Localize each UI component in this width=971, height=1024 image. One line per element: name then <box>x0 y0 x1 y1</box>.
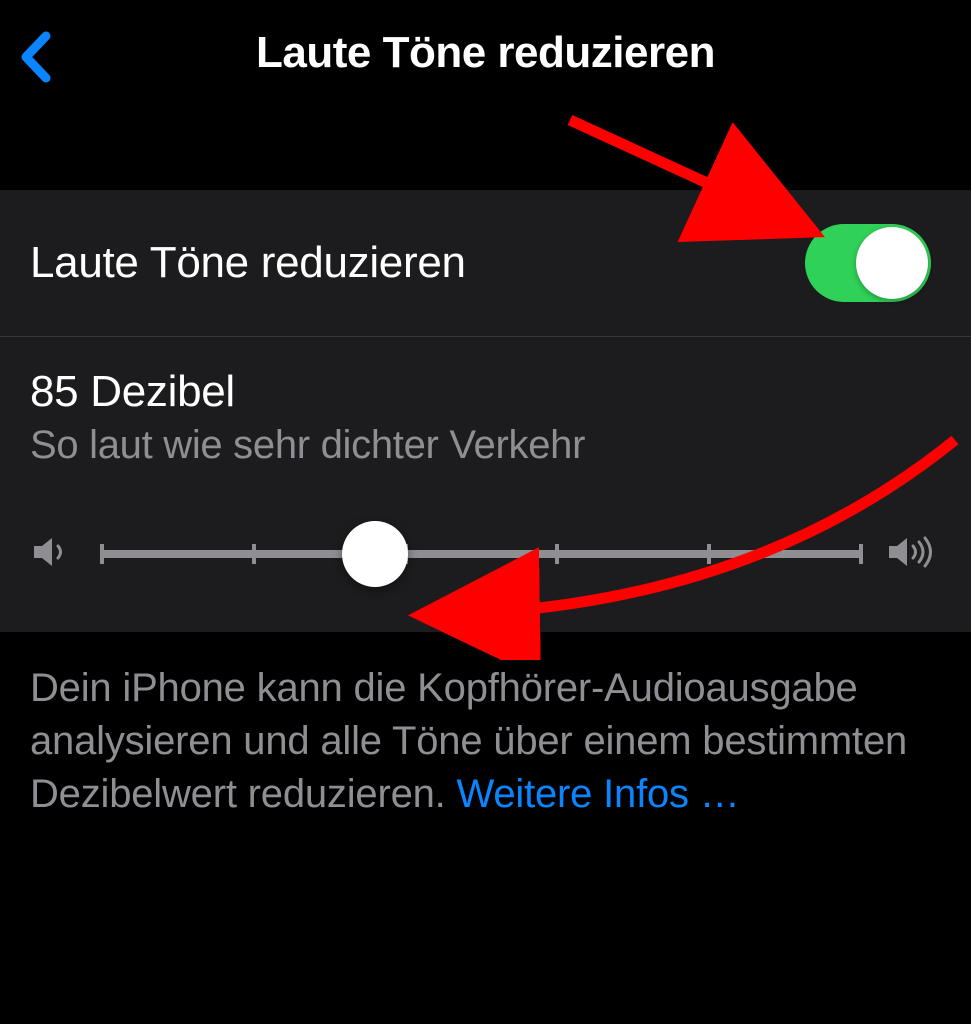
footer-section: Dein iPhone kann die Kopfhörer-Audioausg… <box>0 632 971 840</box>
slider-thumb[interactable] <box>342 521 408 587</box>
back-button[interactable] <box>18 30 52 89</box>
page-title: Laute Töne reduzieren <box>0 28 971 78</box>
toggle-knob <box>856 227 928 299</box>
toggle-label: Laute Töne reduzieren <box>30 238 466 288</box>
slider-tick <box>707 544 711 564</box>
footer-text: Dein iPhone kann die Kopfhörer-Audioausg… <box>30 662 941 820</box>
decibel-description: So laut wie sehr dichter Verkehr <box>30 423 941 468</box>
spacer <box>0 105 971 190</box>
slider-row <box>30 524 941 584</box>
reduce-loud-sounds-row: Laute Töne reduzieren <box>0 190 971 337</box>
slider-tick <box>859 544 863 564</box>
decibel-slider[interactable] <box>102 524 861 584</box>
slider-tick <box>555 544 559 564</box>
volume-high-icon <box>885 532 941 577</box>
volume-low-icon <box>30 532 78 577</box>
slider-track <box>102 550 861 558</box>
slider-tick <box>100 544 104 564</box>
slider-tick <box>252 544 256 564</box>
settings-group: Laute Töne reduzieren 85 Dezibel So laut… <box>0 190 971 632</box>
slider-section: 85 Dezibel So laut wie sehr dichter Verk… <box>0 337 971 632</box>
header: Laute Töne reduzieren <box>0 0 971 105</box>
chevron-left-icon <box>18 30 52 84</box>
more-info-link[interactable]: Weitere Infos … <box>457 772 740 816</box>
decibel-value: 85 Dezibel <box>30 367 941 417</box>
reduce-loud-sounds-toggle[interactable] <box>805 224 931 302</box>
